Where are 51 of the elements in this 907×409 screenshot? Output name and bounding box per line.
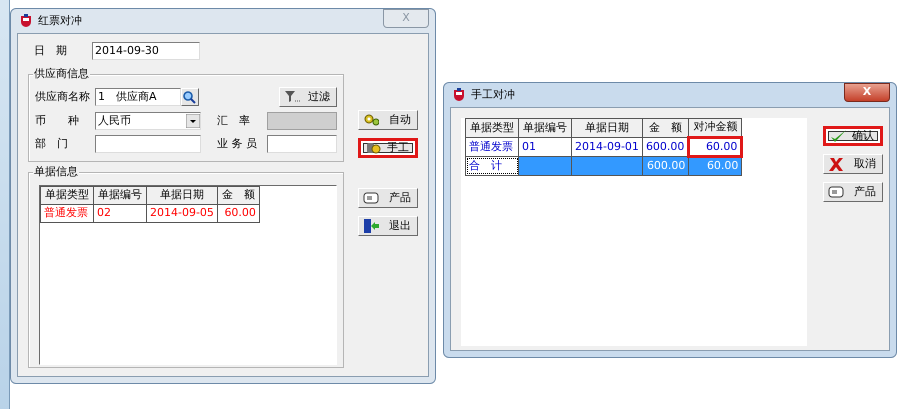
table-cell: 60.00	[217, 204, 260, 222]
window-title: 手工对冲	[471, 86, 515, 103]
card-icon	[363, 190, 379, 206]
column-header: 单据类型	[466, 118, 518, 137]
gears-icon	[363, 112, 379, 128]
product-button[interactable]: 产品	[823, 182, 883, 202]
table-cell: 合 计	[466, 156, 518, 175]
check-icon	[830, 128, 846, 144]
cross-icon	[828, 156, 844, 172]
search-button[interactable]	[181, 88, 199, 106]
exit-button[interactable]: 退出	[358, 216, 418, 236]
supplier-field[interactable]: 1 供应商A	[95, 88, 181, 106]
hand-icon	[365, 140, 381, 156]
field-label: 币 种	[35, 112, 80, 129]
window-title: 红票对冲	[38, 12, 82, 29]
field-value: 人民币	[98, 113, 132, 129]
table-cell: 2014-09-05	[146, 204, 218, 222]
app-icon	[19, 14, 33, 28]
search-icon	[182, 90, 196, 104]
card-icon	[828, 184, 844, 200]
table-cell: 60.00	[688, 137, 742, 156]
field-label: 业 务 员	[217, 136, 258, 152]
app-icon	[452, 88, 466, 102]
exit-door-icon	[363, 218, 379, 234]
column-header: 单据编号	[518, 118, 572, 137]
filter-button[interactable]: 过滤	[279, 87, 337, 107]
column-header: 单据日期	[146, 186, 218, 204]
table-cell: 02	[94, 204, 146, 222]
field-label: 供应商名称	[35, 88, 91, 105]
field-label: 汇 率	[217, 112, 251, 129]
column-header: 单据类型	[40, 186, 94, 204]
field-value: 1 供应商A	[98, 89, 158, 105]
product-button[interactable]: 产品	[358, 188, 418, 208]
column-header: 单据日期	[572, 118, 642, 137]
table-cell: 600.00	[642, 156, 689, 175]
table-cell: 普通发票	[466, 137, 518, 156]
cancel-button[interactable]: 取消	[823, 154, 883, 174]
table-cell: 普通发票	[40, 204, 94, 222]
input-field[interactable]	[95, 135, 201, 153]
column-header: 对冲金额	[688, 118, 742, 137]
auto-button[interactable]: 自动	[358, 110, 418, 130]
field-label: 部 门	[35, 136, 69, 152]
column-header: 金 额	[217, 186, 260, 204]
input-field[interactable]	[267, 135, 337, 153]
dropdown-arrow-icon	[186, 114, 200, 128]
column-header: 单据编号	[94, 186, 146, 204]
date-field[interactable]: 2014-09-30	[92, 42, 200, 60]
field-label: 日 期	[34, 42, 68, 59]
filter-icon	[284, 90, 300, 104]
column-header: 金 额	[642, 118, 689, 137]
dropdown-field[interactable]: 人民币	[95, 112, 201, 130]
